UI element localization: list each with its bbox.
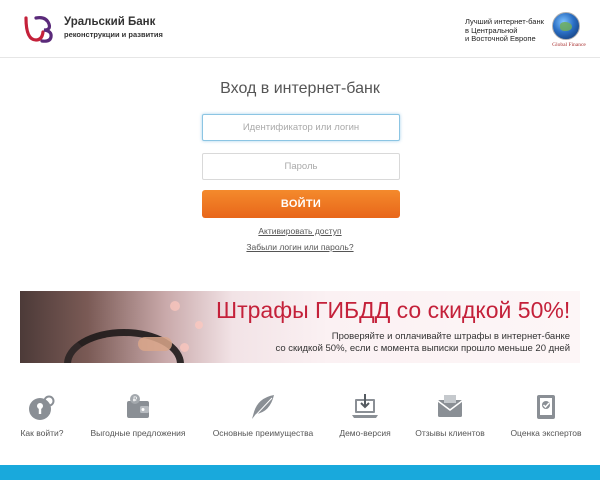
envelope-icon	[437, 395, 463, 417]
wallet-icon: ₽	[127, 394, 149, 418]
password-input[interactable]	[202, 153, 400, 180]
ubrr-logo-icon[interactable]	[22, 12, 56, 46]
feature-reviews[interactable]: Отзывы клиентов	[395, 392, 505, 438]
login-button[interactable]: ВОЙТИ	[202, 190, 400, 218]
feature-offers[interactable]: ₽ Выгодные предложения	[83, 392, 193, 438]
banner-text-line: со скидкой 50%, если с момента выписки п…	[275, 343, 571, 354]
features-bar: Как войти? ₽ Выгодные предложения Основн…	[0, 392, 600, 442]
login-input[interactable]	[202, 114, 400, 141]
globe-award-icon	[552, 12, 580, 40]
award-line: и Восточной Европе	[465, 34, 536, 43]
forgot-credentials-link[interactable]: Забыли логин или пароль?	[0, 242, 600, 252]
banner-description: Проверяйте и оплачивайте штрафы в интерн…	[276, 331, 571, 355]
feature-expert-rating[interactable]: Оценка экспертов	[491, 392, 600, 438]
banner-text-line: Проверяйте и оплачивайте штрафы в интерн…	[331, 331, 570, 342]
bank-subtitle: реконструкции и развития	[64, 30, 163, 39]
laptop-download-icon	[352, 394, 378, 418]
header: Уральский Банк реконструкции и развития …	[0, 0, 600, 58]
feature-label: Выгодные предложения	[90, 428, 186, 438]
feature-label: Отзывы клиентов	[415, 428, 485, 438]
svg-text:₽: ₽	[133, 396, 138, 404]
bottom-bar	[0, 465, 600, 480]
light-bokeh	[195, 321, 203, 329]
award-publisher: Global Finance	[552, 42, 586, 48]
promo-banner[interactable]: Штрафы ГИБДД со скидкой 50%! Проверяйте …	[20, 291, 580, 363]
feature-label: Оценка экспертов	[510, 428, 582, 438]
banner-title: Штрафы ГИБДД со скидкой 50%!	[216, 297, 571, 323]
login-title: Вход в интернет-банк	[220, 80, 380, 97]
feather-icon	[252, 395, 274, 419]
bank-name[interactable]: Уральский Банк	[64, 16, 155, 29]
light-bokeh	[180, 343, 189, 352]
hand-image	[138, 337, 172, 351]
light-bokeh	[170, 301, 180, 311]
activate-access-link[interactable]: Активировать доступ	[0, 226, 600, 236]
key-icon	[29, 395, 55, 420]
feature-label: Основные преимущества	[212, 428, 314, 438]
certificate-icon	[537, 395, 555, 419]
award-text: Лучший интернет-банк в Центральной и Вос…	[465, 17, 555, 44]
feature-advantages[interactable]: Основные преимущества	[208, 392, 318, 438]
